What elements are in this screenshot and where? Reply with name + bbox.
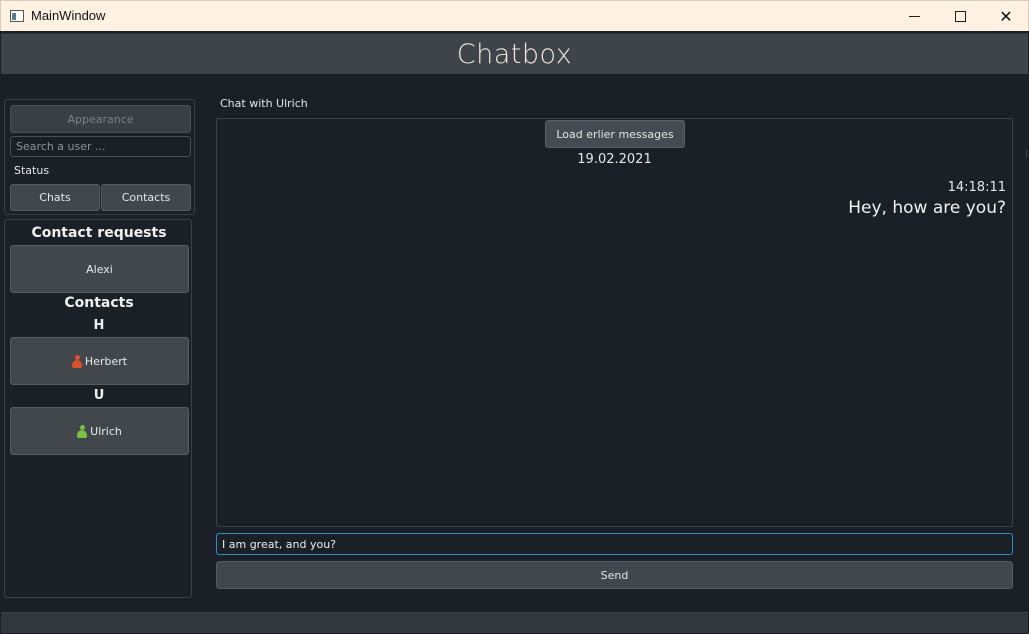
minimize-icon [908,16,920,17]
contact-item-ulrich[interactable]: Ulrich [10,407,189,455]
maximize-icon [954,11,966,22]
contacts-panel: Contact requests Alexi Contacts H Herber… [4,219,192,598]
message-input[interactable] [216,533,1013,555]
user-online-icon [77,424,88,438]
tab-contacts[interactable]: Contacts [101,184,191,211]
maximize-button[interactable] [937,1,983,32]
contact-name: Herbert [84,354,128,368]
chat-header-label: Chat with Ulrich [220,97,308,110]
contact-request-name: Alexi [86,262,113,276]
contact-requests-title: Contact requests [31,225,167,241]
user-offline-icon [71,354,82,368]
sidebar-controls: Appearance Status Chats Contacts [4,99,195,215]
contact-group-letter-u: U [93,388,105,403]
window-title: MainWindow [31,8,106,23]
chat-date-separator: 19.02.2021 [577,152,652,167]
send-button[interactable]: Send [216,561,1013,589]
status-bar [1,612,1028,633]
app-brand-title: Chatbox [456,38,573,70]
contacts-title: Contacts [64,295,134,311]
status-label: Status [14,164,50,177]
load-earlier-messages-button[interactable]: Load erlier messages [545,120,685,148]
chat-messages-area[interactable]: Load erlier messages 19.02.2021 14:18:11… [216,118,1013,527]
contact-item-herbert[interactable]: Herbert [10,337,189,385]
app-window-icon [10,10,24,22]
message-timestamp: 14:18:11 [947,180,1006,195]
close-button[interactable]: ✕ [983,1,1029,32]
chat-scroll-edge [1022,150,1027,158]
contact-name: Ulrich [90,424,122,438]
minimize-button[interactable] [891,1,937,32]
contact-request-item[interactable]: Alexi [10,245,189,293]
appearance-button[interactable]: Appearance [10,105,191,133]
tab-chats[interactable]: Chats [10,184,100,211]
window-titlebar: MainWindow ✕ [0,0,1029,31]
contact-group-letter-h: H [93,318,105,333]
search-user-input[interactable] [10,136,191,157]
close-icon: ✕ [999,7,1013,26]
message-text: Hey, how are you? [848,198,1006,218]
app-header: Chatbox [1,33,1028,74]
